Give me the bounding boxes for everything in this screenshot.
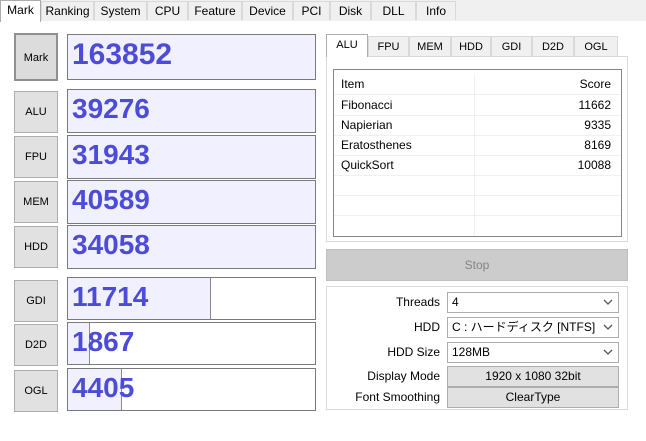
column-header-score[interactable]: Score [476,74,621,94]
hdd-score: 34058 [72,229,150,260]
list-header: Item Score [334,74,621,95]
chevron-down-icon [602,293,614,312]
gdi-button[interactable]: GDI [14,280,58,322]
ogl-score-bar: 4405 [67,368,316,411]
hdd-score-bar: 34058 [67,225,316,269]
d2d-score: 1867 [72,326,135,357]
tab-dll[interactable]: DLL [371,1,416,20]
threads-select[interactable]: 4 [447,292,619,313]
threads-value: 4 [452,295,459,309]
mem-score: 40589 [72,184,150,215]
list-item-score: 10088 [577,158,611,172]
list-item-score: 11662 [578,98,611,112]
alu-button[interactable]: ALU [14,91,58,133]
tab-device[interactable]: Device [242,1,293,20]
hdd-value: C : ハードディスク [NTFS] [452,320,596,334]
tab-ranking[interactable]: Ranking [41,1,94,20]
tab-info[interactable]: Info [416,1,456,20]
list-item-score: 8169 [584,138,611,152]
alu-score: 39276 [72,93,150,124]
list-item-score: 9335 [584,118,611,132]
chevron-down-icon [602,318,614,337]
list-item[interactable]: Napierian 9335 [334,115,621,136]
fpu-score: 31943 [72,139,150,170]
score-list[interactable]: Item Score Fibonacci 11662 Napierian 933… [333,69,622,237]
column-header-item[interactable]: Item [334,74,475,94]
list-item-name: QuickSort [334,155,475,175]
list-cell-empty [334,175,475,195]
ogl-button[interactable]: OGL [14,370,58,412]
font-smoothing-label: Font Smoothing [355,390,440,404]
display-mode-label: Display Mode [367,369,440,383]
hdd-label: HDD [414,320,440,334]
d2d-score-bar: 1867 [67,322,316,365]
hdd-button[interactable]: HDD [14,226,58,268]
list-item-name: Fibonacci [334,95,475,115]
list-item[interactable]: Fibonacci 11662 [334,95,621,116]
list-item-empty [334,195,621,216]
list-item[interactable]: Eratosthenes 8169 [334,135,621,156]
main-tab-bar: Mark Ranking System CPU Feature Device P… [0,0,646,22]
tab-feature[interactable]: Feature [188,1,242,20]
list-item-name: Eratosthenes [334,135,475,155]
subtab-fpu[interactable]: FPU [368,36,409,56]
mark-score: 163852 [72,38,173,71]
list-item-empty [334,175,621,196]
hdd-size-label: HDD Size [387,345,440,359]
subtab-alu[interactable]: ALU [326,34,368,57]
gdi-score: 11714 [72,281,149,312]
subtab-d2d[interactable]: D2D [532,36,574,56]
list-item-name: Napierian [334,115,475,135]
hdd-select[interactable]: C : ハードディスク [NTFS] [447,317,619,338]
list-cell-empty [334,195,475,215]
alu-score-bar: 39276 [67,89,316,133]
gdi-score-bar: 11714 [67,277,316,320]
subtab-mem[interactable]: MEM [409,36,451,56]
list-item-empty [334,215,621,235]
display-mode-button[interactable]: 1920 x 1080 32bit [447,366,619,387]
chevron-down-icon [602,343,614,362]
mem-button[interactable]: MEM [14,181,58,223]
tab-disk[interactable]: Disk [330,1,371,20]
subtab-ogl[interactable]: OGL [574,36,618,56]
tab-mark[interactable]: Mark [0,0,41,22]
list-cell-empty [334,215,475,235]
subtab-hdd[interactable]: HDD [451,36,491,56]
hdd-size-value: 128MB [452,345,491,359]
threads-label: Threads [395,295,440,309]
fpu-button[interactable]: FPU [14,136,58,178]
tab-cpu[interactable]: CPU [147,1,188,20]
tab-system[interactable]: System [94,1,147,20]
tab-pci[interactable]: PCI [293,1,330,20]
mark-button[interactable]: Mark [14,33,58,81]
list-item[interactable]: QuickSort 10088 [334,155,621,176]
subtab-gdi[interactable]: GDI [491,36,532,56]
d2d-button[interactable]: D2D [14,324,58,366]
mem-score-bar: 40589 [67,180,316,224]
ogl-score: 4405 [72,372,135,403]
font-smoothing-button[interactable]: ClearType [447,387,619,408]
stop-button[interactable]: Stop [326,249,628,281]
mark-score-bar: 163852 [67,34,316,80]
fpu-score-bar: 31943 [67,135,316,179]
hdd-size-select[interactable]: 128MB [447,342,619,363]
